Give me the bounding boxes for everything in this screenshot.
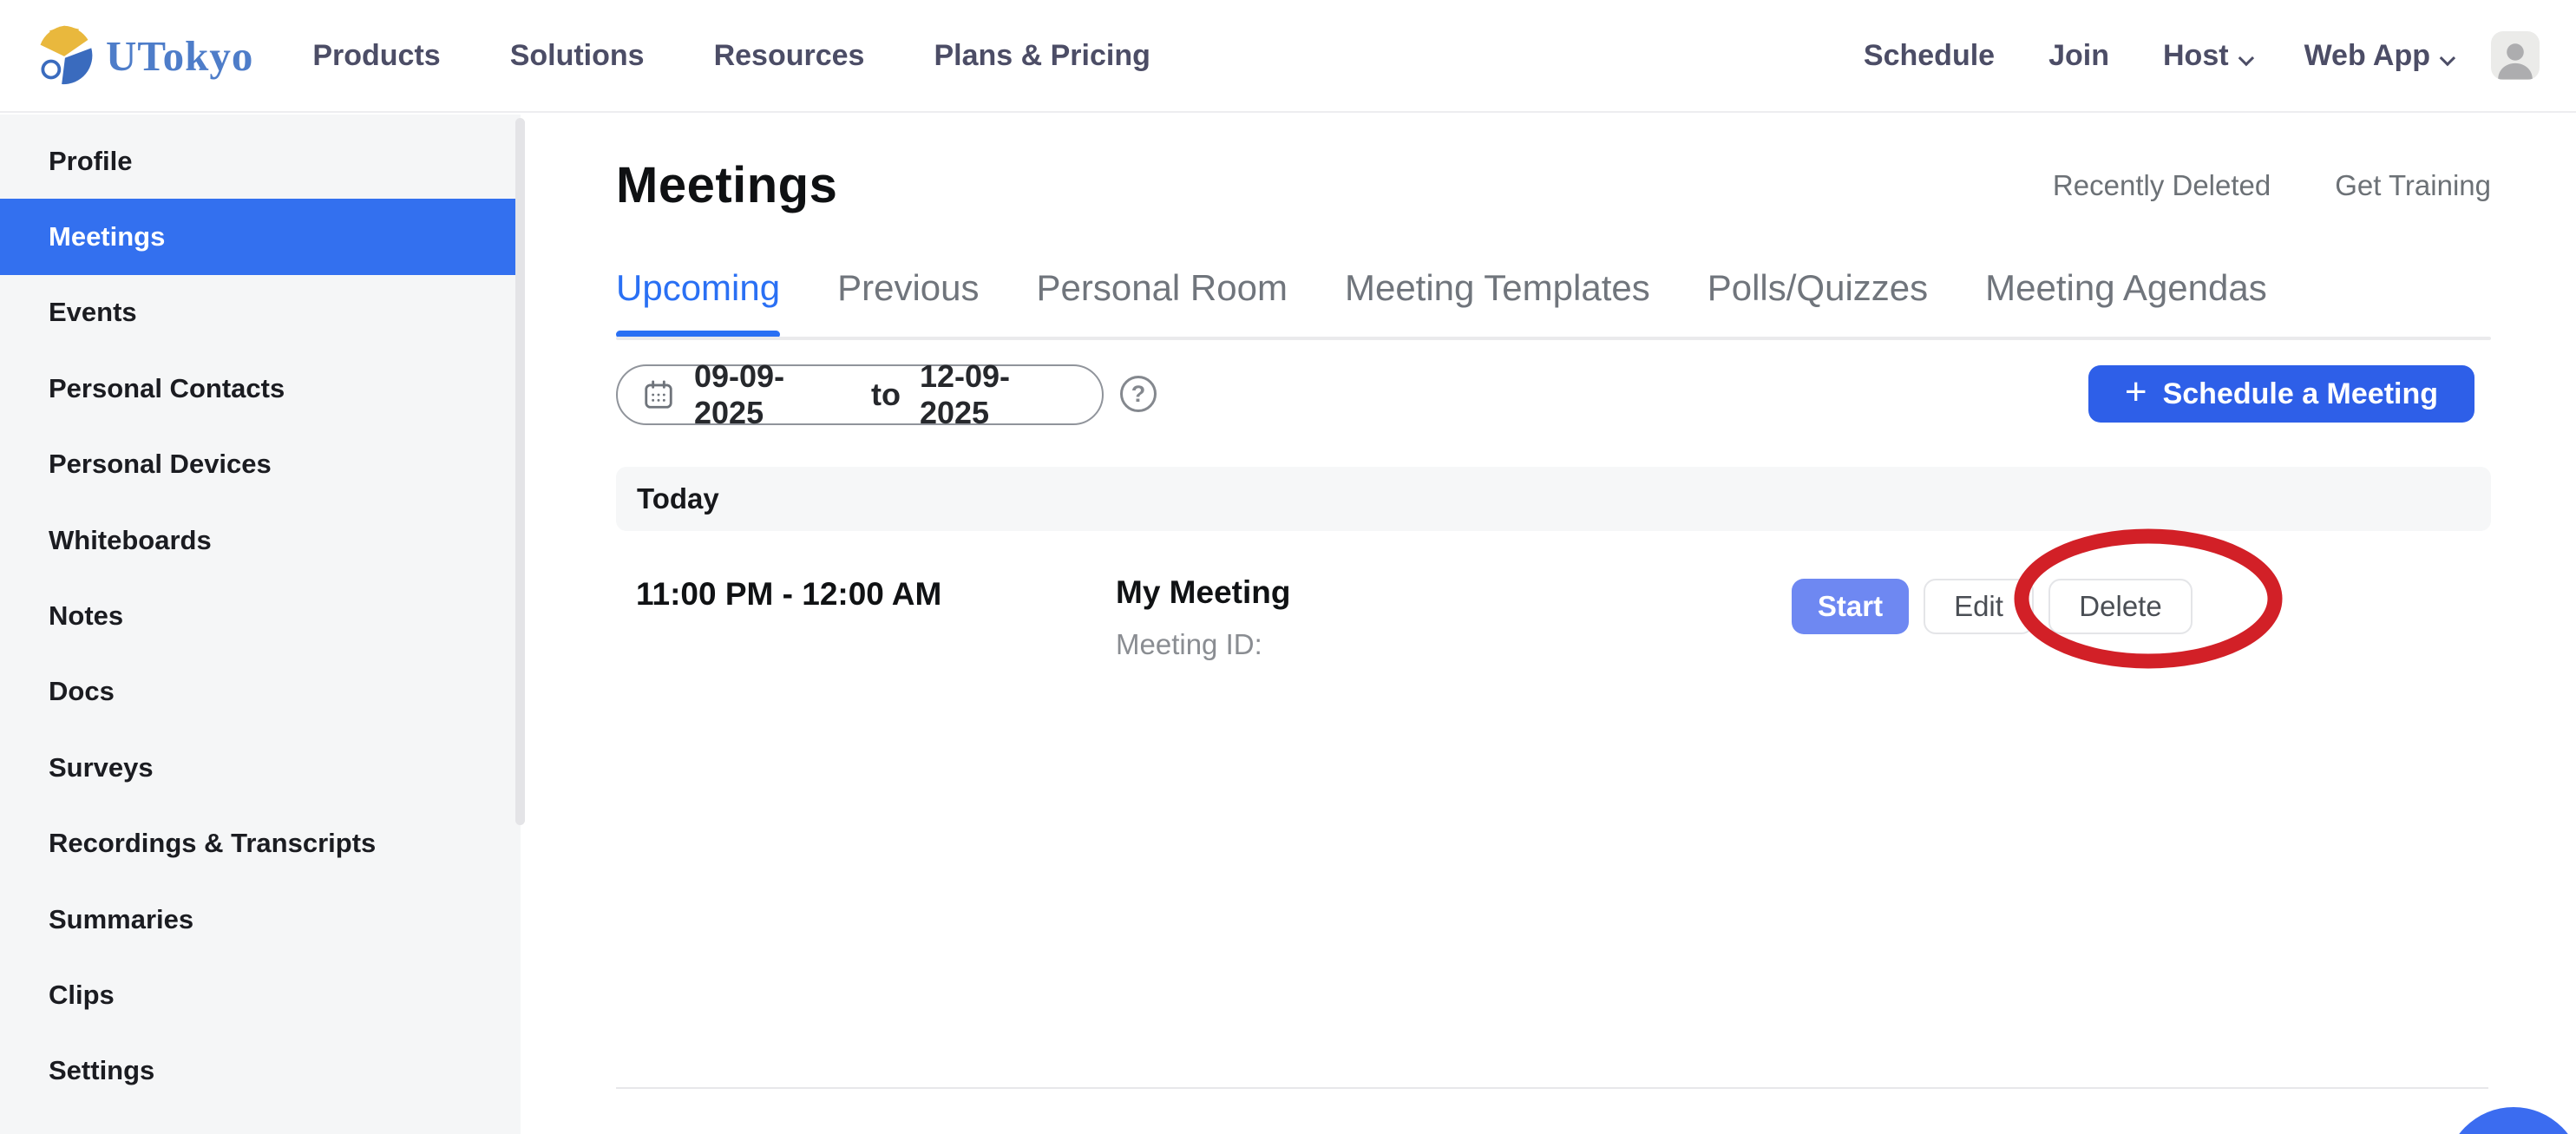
sidebar-item-clips[interactable]: Clips	[0, 957, 521, 1032]
sidebar-item-recordings-transcripts[interactable]: Recordings & Transcripts	[0, 806, 521, 882]
primary-nav: Products Solutions Resources Plans & Pri…	[312, 39, 1150, 73]
section-divider	[616, 1087, 2488, 1089]
sidebar-item-profile[interactable]: Profile	[0, 123, 521, 199]
schedule-a-meeting-button[interactable]: + Schedule a Meeting	[2088, 365, 2474, 423]
tab-personal-room[interactable]: Personal Room	[1037, 267, 1288, 309]
secondary-nav: Schedule Join Host Web App	[1864, 39, 2452, 73]
tab-upcoming[interactable]: Upcoming	[616, 267, 780, 309]
sidebar: Profile Meetings Events Personal Contact…	[0, 115, 521, 1134]
meeting-time: 11:00 PM - 12:00 AM	[636, 576, 941, 613]
meeting-title[interactable]: My Meeting	[1116, 574, 1290, 611]
date-range-end: 12-09-2025	[920, 358, 1078, 431]
meeting-list-item: 11:00 PM - 12:00 AM My Meeting Meeting I…	[616, 566, 2491, 678]
sidebar-item-settings[interactable]: Settings	[0, 1033, 521, 1109]
chevron-down-icon	[2238, 49, 2253, 65]
meetings-tabs: Upcoming Previous Personal Room Meeting …	[616, 267, 2267, 309]
start-button[interactable]: Start	[1792, 579, 1909, 634]
meeting-actions: Start Edit Delete	[1792, 579, 2193, 634]
nav-item-solutions[interactable]: Solutions	[510, 39, 645, 73]
nav-item-resources[interactable]: Resources	[714, 39, 865, 73]
ginkgo-leaf-icon	[33, 23, 95, 89]
sidebar-item-personal-devices[interactable]: Personal Devices	[0, 427, 521, 502]
get-training-link[interactable]: Get Training	[2335, 169, 2491, 202]
page-title: Meetings	[616, 156, 837, 214]
plus-icon: +	[2125, 373, 2147, 411]
calendar-icon	[642, 378, 675, 411]
tab-previous[interactable]: Previous	[837, 267, 979, 309]
date-range-separator: to	[871, 377, 901, 413]
sidebar-item-notes[interactable]: Notes	[0, 578, 521, 653]
tab-meeting-agendas[interactable]: Meeting Agendas	[1985, 267, 2267, 309]
tab-divider	[616, 337, 2491, 340]
chevron-down-icon	[2440, 49, 2455, 65]
tab-polls-quizzes[interactable]: Polls/Quizzes	[1708, 267, 1928, 309]
utokyo-logo[interactable]: UTokyo	[33, 23, 253, 89]
page: UTokyo Products Solutions Resources Plan…	[0, 0, 2576, 1134]
sidebar-item-summaries[interactable]: Summaries	[0, 882, 521, 957]
nav-item-join[interactable]: Join	[2048, 39, 2109, 73]
date-range-picker[interactable]: 09-09-2025 to 12-09-2025	[616, 364, 1104, 425]
nav-item-products[interactable]: Products	[312, 39, 440, 73]
sidebar-scrollbar[interactable]	[515, 118, 525, 825]
sidebar-item-personal-contacts[interactable]: Personal Contacts	[0, 351, 521, 426]
person-icon	[2491, 36, 2540, 80]
today-section-header: Today	[616, 467, 2491, 531]
user-avatar[interactable]	[2491, 31, 2540, 80]
meeting-id-label: Meeting ID:	[1116, 628, 1262, 661]
nav-item-host[interactable]: Host	[2163, 39, 2251, 73]
help-icon[interactable]: ?	[1120, 376, 1157, 412]
main-content: Meetings Recently Deleted Get Training U…	[521, 115, 2576, 1134]
top-header: UTokyo Products Solutions Resources Plan…	[0, 0, 2576, 113]
edit-button[interactable]: Edit	[1924, 579, 2034, 634]
sidebar-item-docs[interactable]: Docs	[0, 654, 521, 730]
nav-item-schedule[interactable]: Schedule	[1864, 39, 1995, 73]
sidebar-item-surveys[interactable]: Surveys	[0, 730, 521, 805]
tab-meeting-templates[interactable]: Meeting Templates	[1345, 267, 1650, 309]
sidebar-item-events[interactable]: Events	[0, 275, 521, 351]
title-row: Meetings Recently Deleted Get Training	[616, 156, 2491, 214]
sidebar-item-whiteboards[interactable]: Whiteboards	[0, 502, 521, 578]
recently-deleted-link[interactable]: Recently Deleted	[2053, 169, 2271, 202]
date-range-start: 09-09-2025	[694, 358, 852, 431]
sidebar-item-meetings[interactable]: Meetings	[0, 199, 521, 274]
title-links: Recently Deleted Get Training	[2053, 169, 2491, 202]
nav-item-plans-pricing[interactable]: Plans & Pricing	[934, 39, 1150, 73]
logo-text: UTokyo	[106, 31, 253, 81]
nav-item-web-app[interactable]: Web App	[2304, 39, 2452, 73]
delete-button[interactable]: Delete	[2048, 579, 2193, 634]
